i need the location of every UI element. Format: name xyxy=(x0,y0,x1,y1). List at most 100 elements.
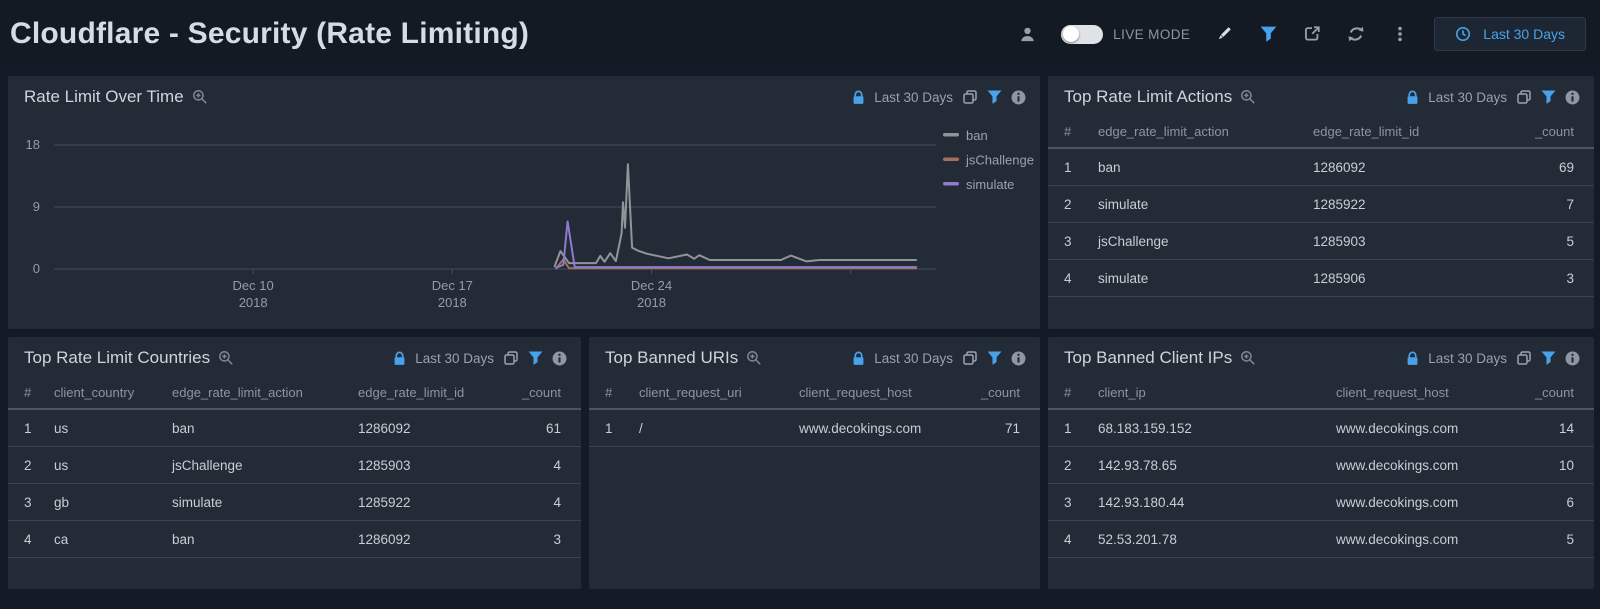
svg-text:2018: 2018 xyxy=(438,295,467,310)
table-row[interactable]: 1ban128609269 xyxy=(1048,149,1594,186)
col-header: # xyxy=(605,385,639,400)
table-row[interactable]: 452.53.201.78www.decokings.com5 xyxy=(1048,521,1594,558)
copy-icon[interactable] xyxy=(962,350,978,366)
table-row[interactable]: 2usjsChallenge12859034 xyxy=(8,447,581,484)
svg-text:0: 0 xyxy=(33,261,40,276)
svg-text:jsChallenge: jsChallenge xyxy=(965,153,1034,168)
panel-header: Top Banned URIs Last 30 Days xyxy=(589,337,1040,368)
table-row[interactable]: 1usban128609261 xyxy=(8,410,581,447)
col-header: _count xyxy=(1514,385,1574,400)
info-icon[interactable] xyxy=(1011,90,1026,105)
table-row[interactable]: 4caban12860923 xyxy=(8,521,581,558)
table-row[interactable]: 1/www.decokings.com71 xyxy=(589,410,1040,447)
more-kebab-icon[interactable] xyxy=(1390,24,1410,44)
table-row[interactable]: 2simulate12859227 xyxy=(1048,186,1594,223)
lock-icon xyxy=(1406,351,1419,366)
panel-header: Rate Limit Over Time Last 30 Days xyxy=(8,76,1040,107)
copy-icon[interactable] xyxy=(1516,350,1532,366)
col-header: client_request_host xyxy=(1336,385,1514,400)
time-range-button[interactable]: Last 30 Days xyxy=(1434,17,1586,51)
user-icon[interactable] xyxy=(1017,24,1037,44)
table-row[interactable]: 4simulate12859063 xyxy=(1048,260,1594,297)
zoom-icon[interactable] xyxy=(192,89,208,105)
svg-text:Dec 24: Dec 24 xyxy=(631,278,672,293)
time-range-label: Last 30 Days xyxy=(1483,26,1565,42)
table-header-row: # client_ip client_request_host _count xyxy=(1048,376,1594,410)
col-header: edge_rate_limit_id xyxy=(1313,124,1504,139)
col-header: _count xyxy=(1504,124,1574,139)
table-row[interactable]: 3jsChallenge12859035 xyxy=(1048,223,1594,260)
edit-pencil-icon[interactable] xyxy=(1214,24,1234,44)
countries-table: # client_country edge_rate_limit_action … xyxy=(8,376,581,558)
filter-funnel-icon[interactable] xyxy=(528,351,543,366)
zoom-icon[interactable] xyxy=(1240,350,1256,366)
table-header-row: # edge_rate_limit_action edge_rate_limit… xyxy=(1048,115,1594,149)
table-header-row: # client_request_uri client_request_host… xyxy=(589,376,1040,410)
col-header: client_country xyxy=(54,385,172,400)
share-export-icon[interactable] xyxy=(1302,24,1322,44)
info-icon[interactable] xyxy=(1011,351,1026,366)
col-header: edge_rate_limit_action xyxy=(172,385,358,400)
page-title: Cloudflare - Security (Rate Limiting) xyxy=(10,17,529,51)
dashboard: Cloudflare - Security (Rate Limiting) LI… xyxy=(0,0,1600,609)
table-row[interactable]: 2142.93.78.65www.decokings.com10 xyxy=(1048,447,1594,484)
filter-funnel-icon[interactable] xyxy=(1541,351,1556,366)
zoom-icon[interactable] xyxy=(746,350,762,366)
svg-text:2018: 2018 xyxy=(239,295,268,310)
panel-title: Top Banned Client IPs xyxy=(1064,348,1232,368)
col-header: client_ip xyxy=(1098,385,1336,400)
panel-time-range: Last 30 Days xyxy=(874,90,953,105)
filter-funnel-icon[interactable] xyxy=(987,90,1002,105)
info-icon[interactable] xyxy=(552,351,567,366)
zoom-icon[interactable] xyxy=(1240,89,1256,105)
col-header: edge_rate_limit_id xyxy=(358,385,497,400)
copy-icon[interactable] xyxy=(962,89,978,105)
copy-icon[interactable] xyxy=(503,350,519,366)
svg-text:Dec 17: Dec 17 xyxy=(432,278,473,293)
lock-icon xyxy=(393,351,406,366)
panel-time-range: Last 30 Days xyxy=(1428,90,1507,105)
svg-text:2018: 2018 xyxy=(637,295,666,310)
filter-funnel-icon[interactable] xyxy=(1258,24,1278,44)
svg-text:simulate: simulate xyxy=(966,177,1014,192)
table-row[interactable]: 168.183.159.152www.decokings.com14 xyxy=(1048,410,1594,447)
panel-header: Top Rate Limit Countries Last 30 Days xyxy=(8,337,581,368)
table-row[interactable]: 3gbsimulate12859224 xyxy=(8,484,581,521)
col-header: # xyxy=(1064,385,1098,400)
uris-table: # client_request_uri client_request_host… xyxy=(589,376,1040,447)
lock-icon xyxy=(852,351,865,366)
panel-top-banned-client-ips: Top Banned Client IPs Last 30 Days # cli… xyxy=(1048,337,1594,589)
svg-text:9: 9 xyxy=(33,199,40,214)
col-header: edge_rate_limit_action xyxy=(1098,124,1313,139)
panel-top-rate-limit-actions: Top Rate Limit Actions Last 30 Days # ed… xyxy=(1048,76,1594,329)
col-header: client_request_host xyxy=(799,385,960,400)
filter-funnel-icon[interactable] xyxy=(987,351,1002,366)
info-icon[interactable] xyxy=(1565,90,1580,105)
panel-top-rate-limit-countries: Top Rate Limit Countries Last 30 Days # … xyxy=(8,337,581,589)
panel-header: Top Rate Limit Actions Last 30 Days xyxy=(1048,76,1594,107)
rate-limit-chart[interactable]: 0918Dec 102018Dec 172018Dec 242018banjsC… xyxy=(8,116,1040,321)
panel-time-range: Last 30 Days xyxy=(415,351,494,366)
lock-icon xyxy=(1406,90,1419,105)
live-mode-label: LIVE MODE xyxy=(1113,27,1190,42)
filter-funnel-icon[interactable] xyxy=(1541,90,1556,105)
col-header: _count xyxy=(497,385,561,400)
live-mode-toggle[interactable] xyxy=(1061,25,1103,44)
panel-title: Top Rate Limit Countries xyxy=(24,348,210,368)
copy-icon[interactable] xyxy=(1516,89,1532,105)
ips-table: # client_ip client_request_host _count 1… xyxy=(1048,376,1594,558)
zoom-icon[interactable] xyxy=(218,350,234,366)
col-header: # xyxy=(24,385,54,400)
col-header: client_request_uri xyxy=(639,385,799,400)
svg-text:ban: ban xyxy=(966,128,988,143)
top-bar: Cloudflare - Security (Rate Limiting) LI… xyxy=(0,0,1600,68)
refresh-icon[interactable] xyxy=(1346,24,1366,44)
actions-table: # edge_rate_limit_action edge_rate_limit… xyxy=(1048,115,1594,297)
panel-rate-limit-over-time: Rate Limit Over Time Last 30 Days 0918De… xyxy=(8,76,1040,329)
table-row[interactable]: 3142.93.180.44www.decokings.com6 xyxy=(1048,484,1594,521)
col-header: # xyxy=(1064,124,1098,139)
panel-title: Top Banned URIs xyxy=(605,348,738,368)
col-header: _count xyxy=(960,385,1020,400)
info-icon[interactable] xyxy=(1565,351,1580,366)
panel-title: Rate Limit Over Time xyxy=(24,87,184,107)
